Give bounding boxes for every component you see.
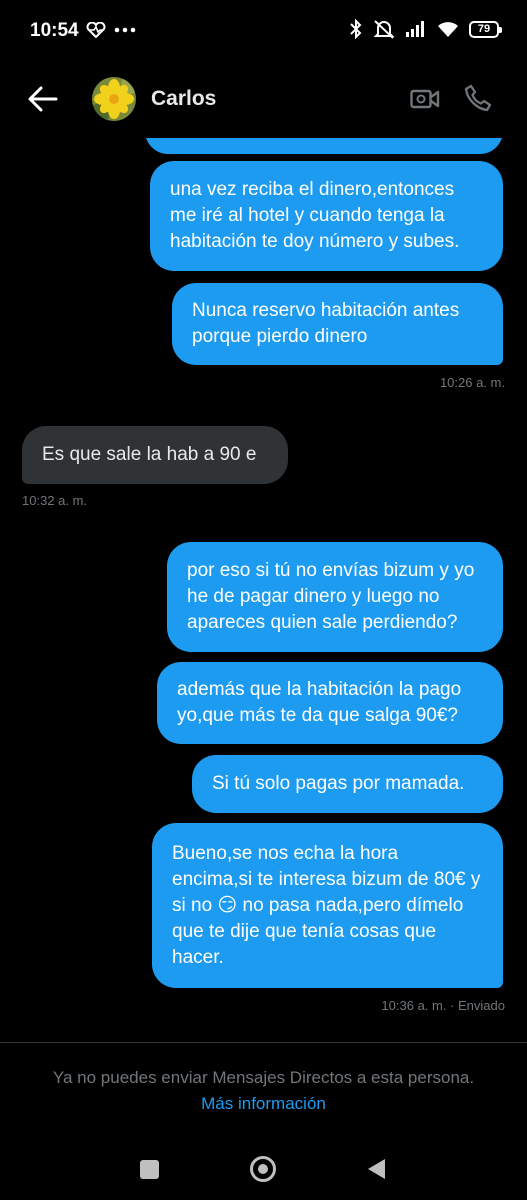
home-button[interactable] [250, 1156, 276, 1182]
more-dots-icon [114, 27, 136, 33]
system-navigation-bar [0, 1140, 527, 1200]
message-bubble-sent[interactable]: Bueno,se nos echa la hora encima,si te i… [152, 823, 503, 988]
battery-level: 79 [477, 23, 491, 35]
message-text: Si tú solo pagas por mamada. [212, 773, 465, 794]
heart-pulse-icon [86, 22, 106, 38]
message-bubble-sent[interactable]: Si tú solo pagas por mamada. [192, 755, 503, 813]
video-call-icon[interactable] [410, 87, 440, 111]
back-arrow-icon[interactable] [28, 86, 58, 112]
divider [0, 1042, 527, 1043]
message-bubble-sent[interactable]: una vez reciba el dinero,entonces me iré… [150, 161, 503, 271]
message-text: una vez reciba el dinero,entonces me iré… [170, 179, 460, 252]
yellow-flower-avatar [92, 77, 136, 121]
message-timestamp: 10:36 a. m. · Enviado [381, 998, 505, 1013]
message-bubble-sent[interactable]: Nunca reservo habitación antes porque pi… [172, 283, 503, 365]
signal-icon [406, 21, 424, 37]
status-time: 10:54 [30, 20, 79, 41]
phone-call-icon[interactable] [464, 84, 492, 112]
status-left-icons [86, 22, 136, 38]
message-bubble-received[interactable]: Es que sale la hab a 90 e [22, 426, 288, 484]
contact-name[interactable]: Carlos [151, 87, 216, 111]
dm-disabled-notice: Ya no puedes enviar Mensajes Directos a … [52, 1068, 475, 1087]
message-timestamp: 10:26 a. m. [439, 375, 505, 390]
status-bar: 10:54 79 [0, 0, 527, 62]
bluetooth-icon [350, 19, 362, 39]
message-list[interactable]: una vez reciba el dinero,entonces me iré… [0, 138, 527, 1040]
more-info-link[interactable]: Más información [0, 1094, 527, 1114]
message-timestamp: 10:32 a. m. [22, 493, 88, 508]
message-text: por eso si tú no envías bizum y yo he de… [187, 560, 475, 633]
mute-icon [373, 20, 395, 39]
message-text: Bueno,se nos echa la hora encima,si te i… [172, 841, 483, 971]
back-button[interactable] [368, 1159, 385, 1179]
avatar[interactable] [92, 77, 136, 121]
wifi-icon [438, 21, 458, 37]
status-right-icons: 79 [349, 19, 502, 39]
message-text: Nunca reservo habitación antes porque pi… [192, 300, 460, 347]
message-text: Es que sale la hab a 90 e [42, 444, 257, 465]
smirk-emoji: 😏 [217, 894, 238, 916]
more-info-link-label[interactable]: Más información [201, 1094, 326, 1113]
message-text: además que la habitación la pago yo,que … [177, 679, 462, 726]
battery-icon: 79 [469, 20, 502, 38]
conversation-header: Carlos [0, 62, 527, 138]
message-bubble-sent[interactable]: además que la habitación la pago yo,que … [157, 662, 503, 744]
message-bubble-sent[interactable]: por eso si tú no envías bizum y yo he de… [167, 542, 503, 652]
recent-apps-button[interactable] [140, 1160, 159, 1179]
message-bubble-partial[interactable] [145, 138, 503, 154]
